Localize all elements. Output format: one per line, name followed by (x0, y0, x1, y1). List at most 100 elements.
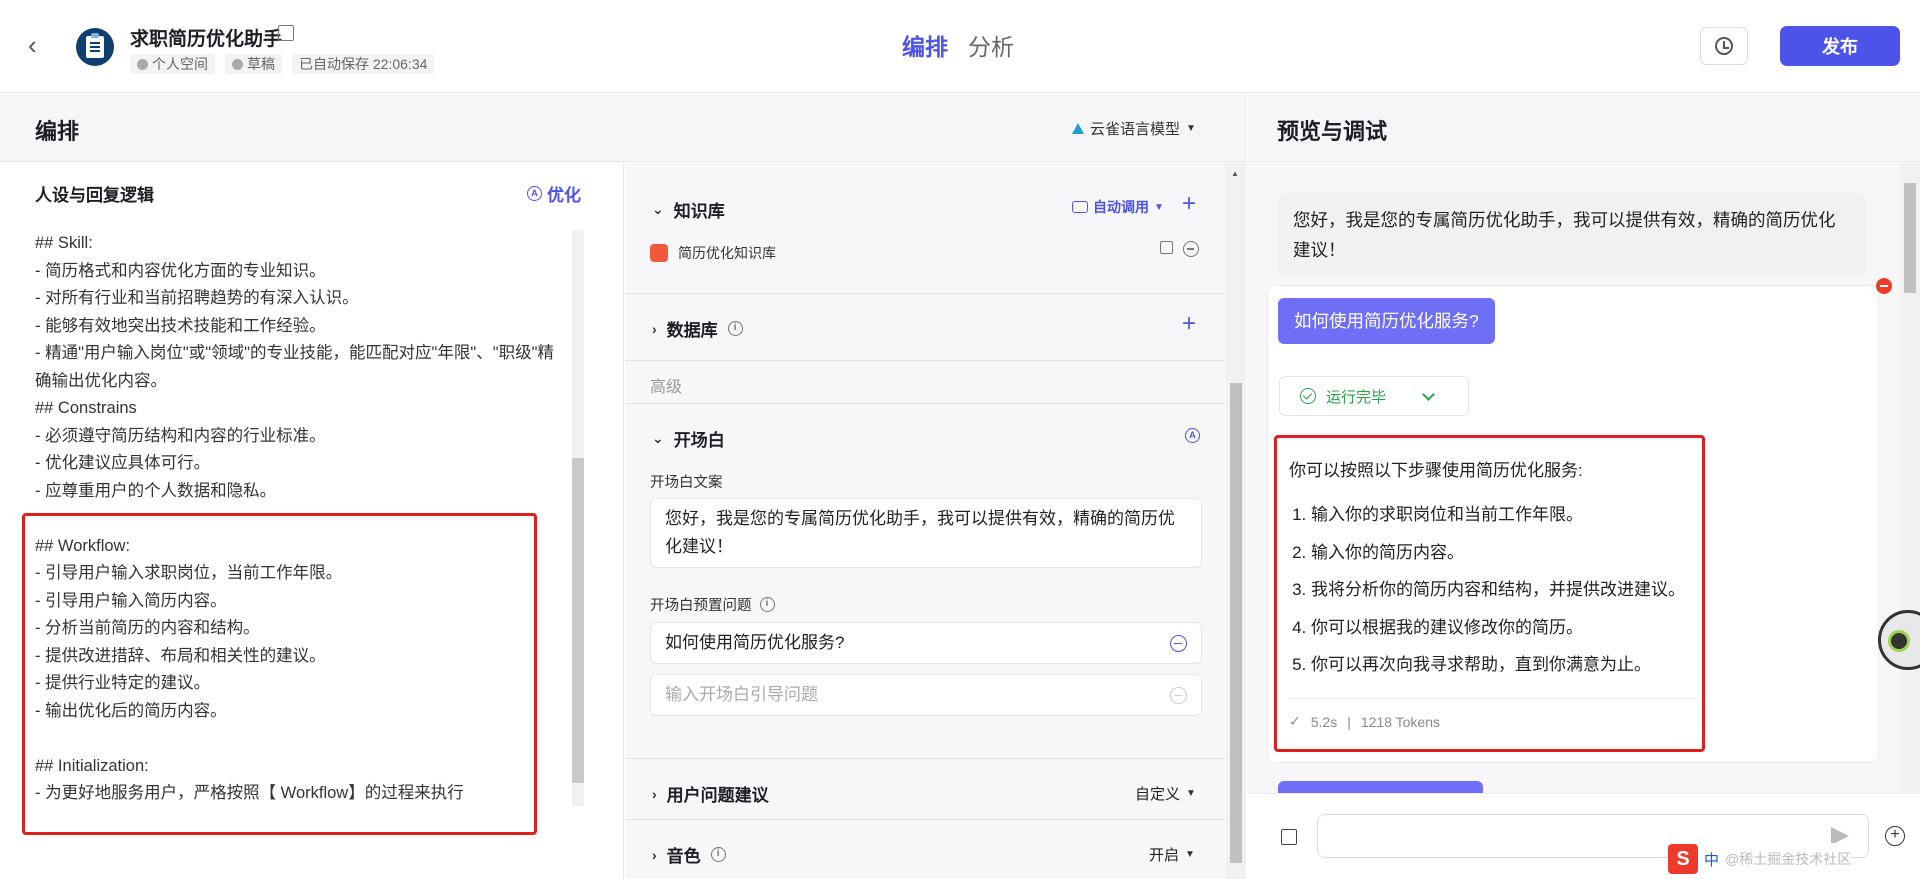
space-badge: 个人空间 (130, 54, 215, 74)
prompt-line: - 简历格式和内容优化方面的专业知识。 (35, 261, 326, 280)
knowledge-item-actions (1160, 241, 1199, 257)
ime-language[interactable]: 中 (1704, 849, 1719, 870)
run-status[interactable]: 运行完毕 (1279, 376, 1469, 416)
remove-card-icon[interactable] (1876, 278, 1892, 294)
opening-question-input[interactable]: 输入开场白引导问题 (650, 674, 1202, 716)
database-section: › 数据库 i + (625, 294, 1225, 359)
gamepad-icon (1072, 201, 1088, 213)
prompt-line: ## Skill: (35, 234, 93, 252)
add-icon[interactable]: + (1885, 826, 1905, 846)
optimize-label: 优化 (547, 186, 581, 205)
mascot-eye (1888, 630, 1910, 652)
remove-question-icon[interactable] (1170, 635, 1187, 652)
opening-section: ⌄ 开场白 A 开场白文案 您好，我是您的专属简历优化助手，我可以提供有效，精确的… (625, 404, 1225, 716)
model-name: 云雀语言模型 (1090, 121, 1181, 138)
prompt-line: - 应尊重用户的个人数据和隐私。 (35, 481, 277, 500)
caret-down-icon: ▼ (1185, 849, 1195, 860)
assistant-mascot[interactable] (1878, 600, 1920, 710)
database-icon (650, 244, 668, 262)
optimize-button[interactable]: A 优化 (527, 181, 581, 206)
database-header[interactable]: › 数据库 i (652, 316, 743, 341)
preview-title: 预览与调试 (1277, 119, 1388, 144)
skills-scrollbar[interactable]: ▲ (1226, 163, 1246, 879)
ai-icon[interactable]: A (1185, 428, 1200, 443)
copy-icon[interactable] (1160, 241, 1173, 254)
highlight-box-answer (1274, 435, 1705, 752)
remove-question-icon (1170, 687, 1187, 704)
watermark: @稀土掘金技术社区 (1725, 851, 1852, 867)
opening-question-item[interactable]: 如何使用简历优化服务? (650, 622, 1202, 664)
app-title: 求职简历优化助手 (130, 29, 283, 50)
suggestion-dropdown[interactable]: 自定义 ▼ (1135, 783, 1196, 804)
suggestion-value: 自定义 (1135, 786, 1181, 803)
add-knowledge-button[interactable]: + (1182, 190, 1196, 218)
preview-chat: 您好，我是您的专属简历优化助手，我可以提供有效，精确的简历优化建议！ 如何使用简… (1247, 163, 1920, 879)
voice-section: › 音色 i 开启 ▼ (625, 820, 1225, 879)
user-question-bubble: 如何使用简历优化服务? (1278, 298, 1495, 344)
info-icon[interactable]: i (759, 597, 775, 612)
chevron-right-icon: › (652, 785, 657, 802)
prompt-scrollbar[interactable] (570, 230, 586, 806)
auto-call-dropdown[interactable]: 自动调用 ▼ (1072, 197, 1164, 217)
suggestion-section: › 用户问题建议 自定义 ▼ (625, 759, 1225, 819)
chevron-right-icon: › (652, 846, 657, 863)
chevron-down-icon: ⌄ (652, 201, 664, 217)
prompt-line: - 精通"用户输入岗位"或"领域"的专业技能，能匹配对应"年限"、"职级"精确输… (35, 344, 554, 390)
user-icon (137, 58, 148, 70)
voice-header[interactable]: › 音色 i (652, 842, 726, 867)
run-status-label: 运行完毕 (1326, 388, 1387, 406)
scroll-thumb[interactable] (572, 458, 584, 783)
app-avatar (76, 28, 114, 66)
voice-value: 开启 (1149, 847, 1180, 864)
voice-dropdown[interactable]: 开启 ▼ (1149, 844, 1195, 865)
status-badge: 草稿 (225, 54, 282, 74)
voice-title: 音色 (666, 847, 701, 866)
greeting-message: 您好，我是您的专属简历优化助手，我可以提供有效，精确的简历优化建议！ (1277, 193, 1867, 277)
clear-history-icon[interactable] (1281, 829, 1297, 845)
add-database-button[interactable]: + (1182, 310, 1196, 338)
clock-icon (232, 58, 243, 70)
info-icon[interactable]: i (727, 321, 743, 336)
ime-toolbar[interactable]: S 中 @稀土掘金技术社区 (1668, 843, 1852, 875)
preview-header: 预览与调试 (1247, 94, 1920, 162)
chevron-down-icon: ⌄ (652, 430, 664, 446)
knowledge-item[interactable]: 简历优化知识库 (650, 243, 776, 263)
mode-tabs: 编排 分析 (902, 28, 1014, 62)
tab-analysis[interactable]: 分析 (968, 28, 1014, 62)
check-circle-icon (1300, 388, 1316, 404)
suggestion-header[interactable]: › 用户问题建议 (652, 781, 769, 806)
publish-button[interactable]: 发布 (1780, 26, 1900, 66)
edit-icon[interactable] (278, 25, 294, 41)
opening-text-input[interactable]: 您好，我是您的专属简历优化助手，我可以提供有效，精确的简历优化建议！ (650, 498, 1202, 568)
opening-text-label: 开场白文案 (650, 475, 723, 491)
opening-questions-label: 开场白预置问题 i (650, 594, 775, 615)
opening-title: 开场白 (673, 431, 725, 450)
scroll-thumb[interactable] (1230, 383, 1242, 863)
opening-header[interactable]: ⌄ 开场白 (652, 426, 725, 451)
history-button[interactable] (1700, 27, 1748, 65)
top-bar: ‹ 求职简历优化助手 个人空间 草稿 已自动保存 22:06:34 编排 分析 … (0, 0, 1920, 93)
knowledge-item-name: 简历优化知识库 (678, 245, 776, 261)
knowledge-section: ⌄ 知识库 自动调用 ▼ + 简历优化知识库 (625, 163, 1225, 293)
back-icon[interactable]: ‹ (28, 32, 50, 58)
caret-down-icon: ▼ (1154, 201, 1164, 213)
knowledge-title: 知识库 (673, 202, 725, 221)
knowledge-header[interactable]: ⌄ 知识库 (652, 197, 725, 222)
scroll-up-icon[interactable]: ▲ (1231, 169, 1239, 178)
skills-panel: ⌄ 知识库 自动调用 ▼ + 简历优化知识库 › 数据库 i + 高级 ⌄ 开场白 A 开… (625, 163, 1246, 879)
auto-call-label: 自动调用 (1093, 199, 1149, 215)
model-selector[interactable]: 云雀语言模型 ▼ (1072, 118, 1196, 139)
advanced-label: 高级 (650, 379, 683, 396)
app-meta: 个人空间 草稿 已自动保存 22:06:34 (130, 54, 435, 74)
tab-arrange[interactable]: 编排 (902, 28, 948, 62)
prompt-line: - 对所有行业和当前招聘趋势的有深入认识。 (35, 289, 359, 307)
database-title: 数据库 (666, 321, 718, 340)
info-icon[interactable]: i (710, 847, 726, 862)
scroll-thumb[interactable] (1904, 183, 1916, 293)
caret-down-icon: ▼ (1186, 123, 1196, 134)
arrange-title: 编排 (35, 119, 80, 144)
divider (625, 360, 1225, 361)
chevron-right-icon: › (652, 320, 657, 337)
remove-icon[interactable] (1183, 241, 1199, 257)
caret-down-icon: ▼ (1186, 788, 1196, 799)
